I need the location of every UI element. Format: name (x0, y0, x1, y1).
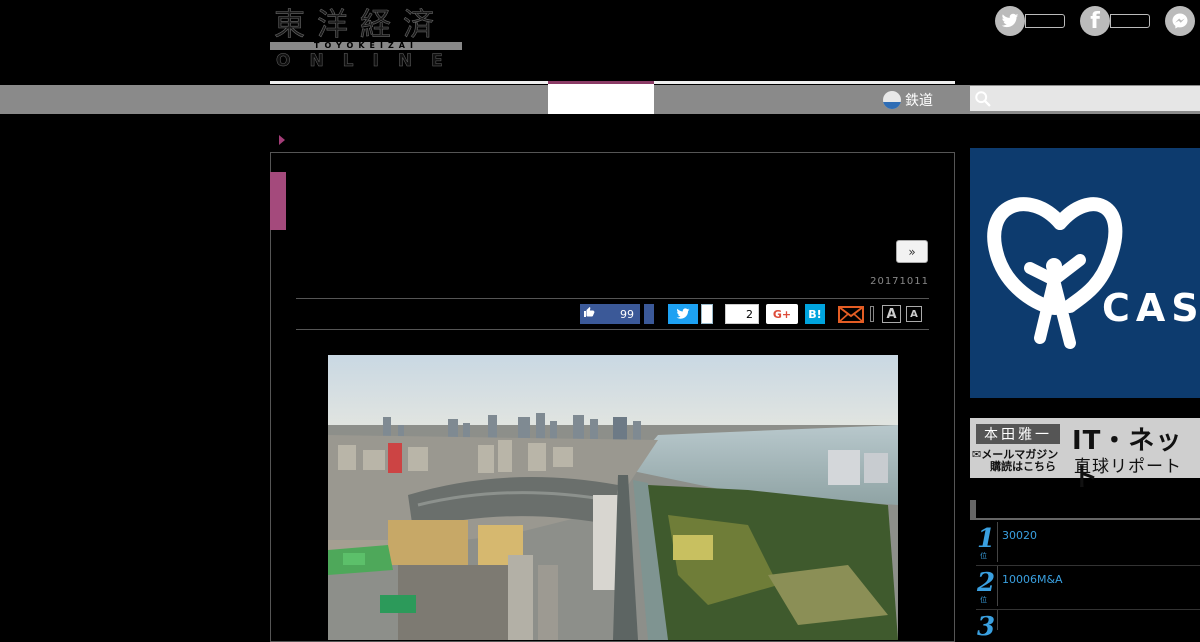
nav-item-rail[interactable]: 鉄道 (883, 85, 933, 114)
hatena-count: 2 (725, 304, 759, 324)
hatena-bookmark-button[interactable]: B! (805, 304, 825, 324)
ad-text: CAS (1102, 286, 1200, 330)
sidebar-ad[interactable]: ® (970, 148, 1200, 398)
envelope-icon: ✉ (972, 448, 982, 461)
breadcrumb-arrow-icon (279, 135, 285, 145)
rank-divider-line (997, 610, 998, 630)
rank-separator (976, 565, 1200, 566)
logo-online: ONLINE (276, 51, 462, 71)
tweet-button[interactable] (668, 304, 698, 324)
share-rule-top (296, 298, 929, 299)
share-separator (870, 306, 874, 322)
banner-mail-line2: 購読はこちら (990, 460, 1056, 473)
facebook-like-button[interactable]: 99 (580, 304, 640, 324)
mail-icon[interactable] (838, 304, 864, 324)
ad-heart-logo-icon: ® (987, 197, 1123, 349)
twitter-icon (995, 6, 1025, 36)
tweet-count (701, 304, 713, 324)
site-logo[interactable]: 東洋経済 TOYOKEIZAI ONLINE (270, 8, 465, 70)
nav-tab-active[interactable] (548, 81, 654, 114)
rank-divider-line (997, 522, 998, 562)
twitter-bird-icon (676, 308, 690, 319)
logo-roman: TOYOKEIZAI (314, 41, 418, 50)
banner-author-name: 本田雅一 (976, 424, 1060, 444)
rank-number: 1 (977, 524, 996, 554)
title-accent-bar (270, 172, 286, 230)
banner-subtitle: 直球リポート (1074, 457, 1182, 477)
rank-item-link[interactable]: 10006M&A (1002, 573, 1063, 586)
rank-suffix: 位 (980, 552, 987, 560)
twitter-follow[interactable] (995, 6, 1065, 36)
rank-number: 3 (977, 612, 996, 642)
rank-number: 2 (977, 568, 996, 598)
share-rule-bottom (296, 329, 929, 330)
search-icon[interactable] (974, 90, 992, 108)
twitter-follow-count (1025, 14, 1065, 28)
like-count: 99 (620, 307, 634, 321)
svg-text:®: ® (1076, 295, 1085, 305)
facebook-follow[interactable]: f (1080, 6, 1150, 36)
messenger-follow[interactable] (1165, 6, 1195, 36)
facebook-follow-count (1110, 14, 1150, 28)
logo-kanji: 東洋経済 (274, 7, 446, 43)
next-page-button[interactable]: » (896, 240, 928, 263)
banner-mail-text: ✉メールマガジン 購読はこちら (972, 449, 1058, 473)
publish-date: 20171011 (870, 276, 929, 287)
thumbs-up-icon (580, 306, 598, 322)
train-icon (883, 90, 901, 109)
facebook-icon: f (1080, 6, 1110, 36)
messenger-icon (1165, 6, 1195, 36)
font-size-small-button[interactable]: A (906, 306, 922, 322)
rank-item-link[interactable]: 30020 (1002, 529, 1037, 542)
ranking-header (970, 500, 1200, 520)
rank-suffix: 位 (980, 596, 987, 604)
rank-divider-line (997, 566, 998, 606)
search-input[interactable] (970, 86, 1200, 111)
rank-separator (976, 609, 1200, 610)
facebook-share-button[interactable] (644, 304, 654, 324)
ranking-header-mark (970, 500, 976, 518)
article-photo (328, 355, 898, 640)
gplus-button[interactable]: G+ (766, 304, 798, 324)
font-size-large-button[interactable]: A (882, 305, 901, 323)
nav-item-rail-label: 鉄道 (905, 92, 933, 109)
